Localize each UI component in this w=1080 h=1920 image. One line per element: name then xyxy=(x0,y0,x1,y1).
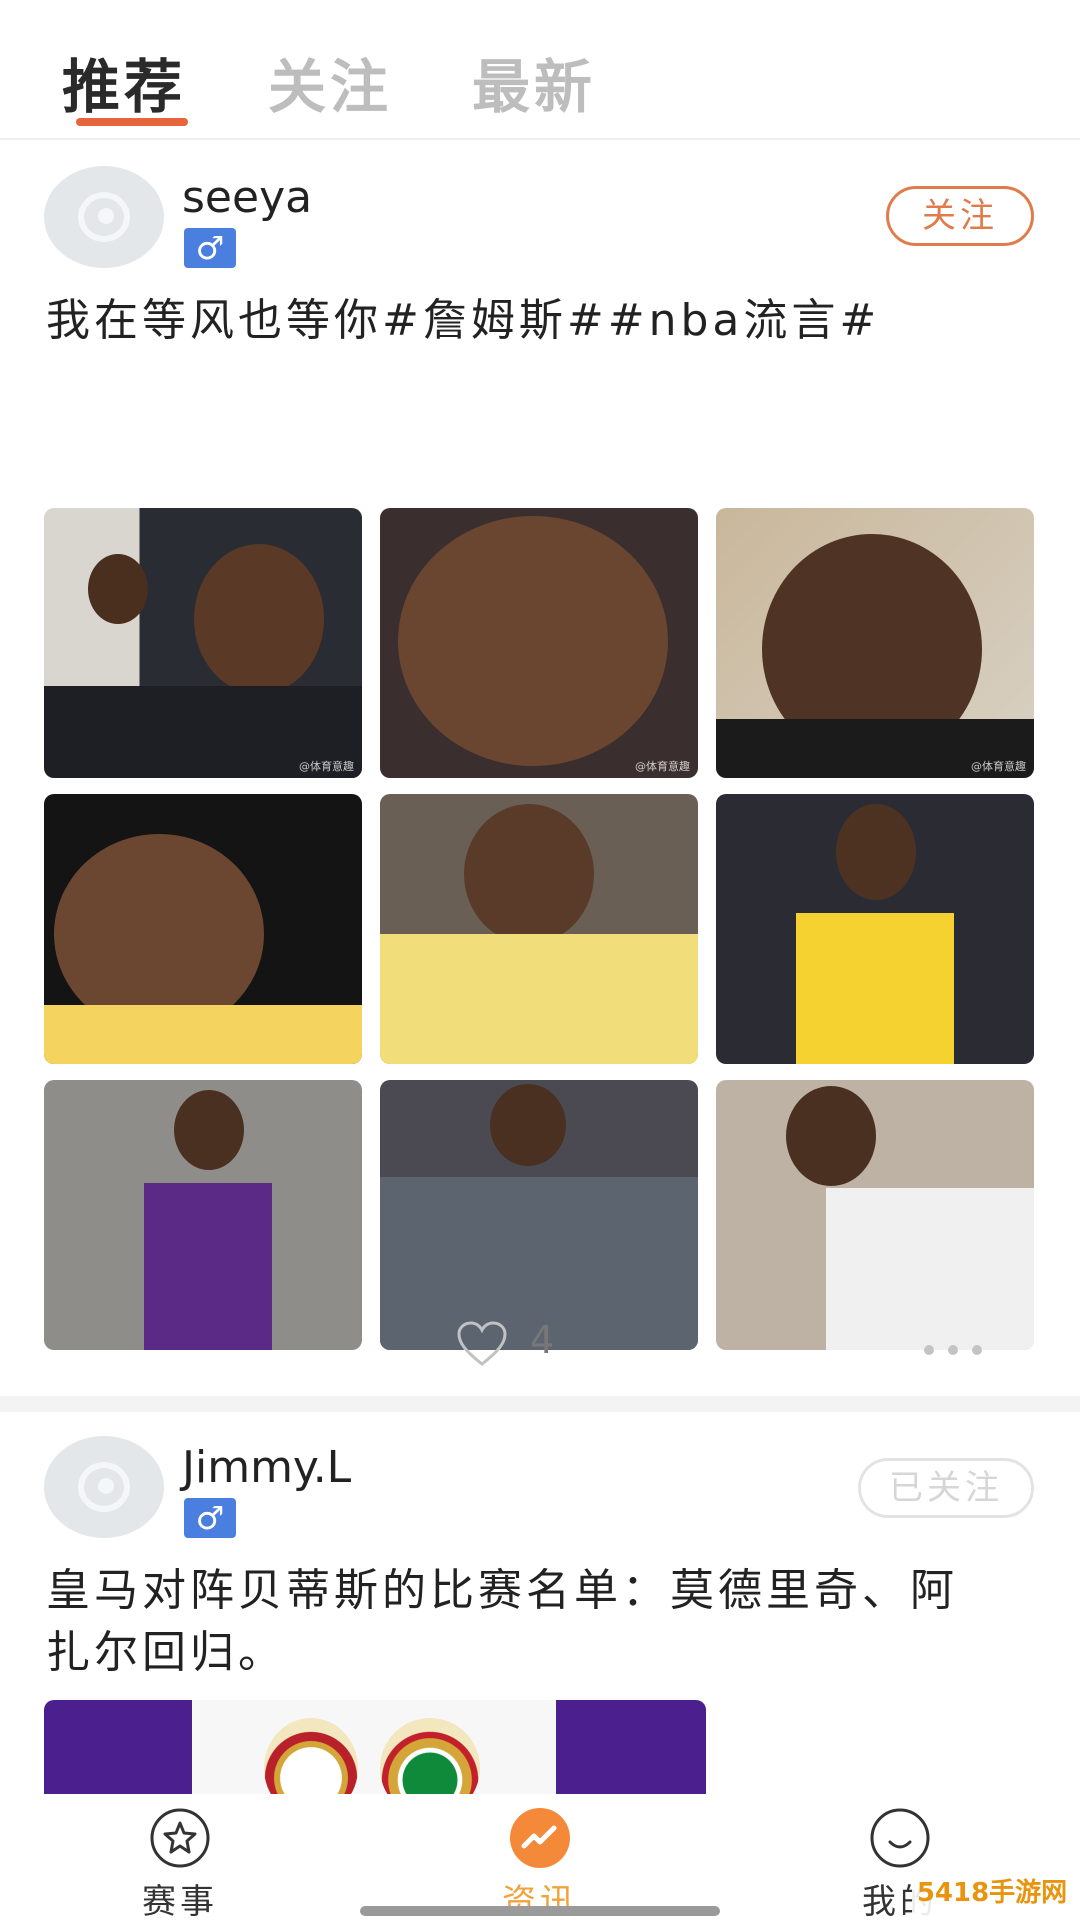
avatar[interactable] xyxy=(44,166,164,268)
post-image-preview[interactable] xyxy=(44,1700,706,1800)
image-grid: @体育意趣 @体育意趣 @体育意趣 xyxy=(44,508,1038,1350)
male-gender-icon: ♂ xyxy=(184,228,236,268)
home-indicator[interactable] xyxy=(360,1906,720,1916)
photo-8[interactable] xyxy=(380,1080,698,1350)
photo-4[interactable] xyxy=(44,794,362,1064)
photo-watermark: @体育意趣 xyxy=(971,760,1026,773)
photo-3[interactable]: @体育意趣 xyxy=(716,508,1034,778)
site-watermark: 5418手游网 xyxy=(912,1866,1072,1920)
nav-news[interactable]: 资讯 xyxy=(460,1808,620,1920)
post-text: 皇马对阵贝蒂斯的比赛名单：莫德里奇、阿扎尔回归。 xyxy=(46,1565,958,1678)
post-card[interactable]: seeya ♂ 关注 我在等风也等你#詹姆斯##nba流言# @体育意趣 @体育… xyxy=(0,142,1080,1396)
nav-matches[interactable]: 赛事 xyxy=(100,1808,260,1920)
photo-1[interactable]: @体育意趣 xyxy=(44,508,362,778)
avatar[interactable] xyxy=(44,1436,164,1538)
more-options-icon[interactable] xyxy=(924,1340,996,1359)
photo-watermark: @体育意趣 xyxy=(299,760,354,773)
like-heart-icon[interactable] xyxy=(456,1320,508,1368)
photo-9[interactable] xyxy=(716,1080,1034,1350)
photo-7[interactable] xyxy=(44,1080,362,1350)
tab-recommended[interactable]: 推荐 xyxy=(62,40,186,124)
post-text: 我在等风也等你#詹姆斯##nba流言# xyxy=(46,295,881,346)
post-actions: 4 xyxy=(0,1316,1080,1376)
active-tab-indicator xyxy=(76,118,188,126)
nav-label: 赛事 xyxy=(142,1882,218,1920)
star-icon xyxy=(150,1808,210,1868)
trend-icon xyxy=(510,1808,570,1868)
avatar-placeholder-icon xyxy=(78,1462,130,1512)
photo-watermark: @体育意趣 xyxy=(635,760,690,773)
tab-latest[interactable]: 最新 xyxy=(472,40,596,124)
username[interactable]: Jimmy.L xyxy=(182,1442,351,1493)
photo-5[interactable] xyxy=(380,794,698,1064)
post-divider xyxy=(0,1396,1080,1412)
real-madrid-crest-icon xyxy=(264,1718,358,1800)
photo-6[interactable] xyxy=(716,794,1034,1064)
follow-button[interactable]: 关注 xyxy=(886,186,1034,246)
avatar-placeholder-icon xyxy=(78,192,130,242)
following-button[interactable]: 已关注 xyxy=(858,1458,1034,1518)
real-betis-crest-icon xyxy=(380,1718,480,1800)
tab-following[interactable]: 关注 xyxy=(268,40,392,124)
smile-icon xyxy=(870,1808,930,1868)
username[interactable]: seeya xyxy=(182,172,312,223)
male-gender-icon: ♂ xyxy=(184,1498,236,1538)
like-count: 4 xyxy=(530,1318,555,1362)
top-tab-bar: 推荐 关注 最新 xyxy=(0,0,1080,140)
photo-2[interactable]: @体育意趣 xyxy=(380,508,698,778)
